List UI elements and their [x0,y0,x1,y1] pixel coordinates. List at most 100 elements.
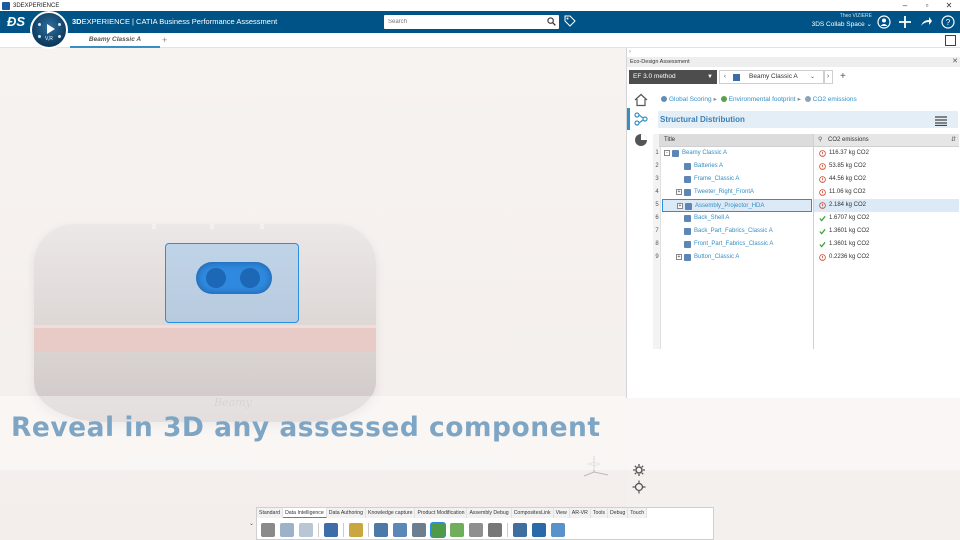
user-info[interactable]: Theo VIZIERE 3DS Collab Space ⌄ [812,13,872,28]
table-row[interactable]: 1 - Beamy Classic A 116.37 kg CO2 [653,147,959,160]
row-title-cell[interactable]: + Button_Classic A [662,251,812,264]
search-icon[interactable] [547,17,556,26]
document-icon[interactable] [488,523,502,537]
component-name[interactable]: Tweeter_Right_FrontA [694,186,754,199]
action-tab-touch[interactable]: Touch [628,508,648,518]
table-row[interactable]: 5 + Assembly_Projector_HDA 2.184 kg CO2 [653,199,959,212]
component-name[interactable]: Back_Shell A [694,212,729,225]
table-row[interactable]: 6 Back_Shell A 1.6707 kg CO2 [653,212,959,225]
update-icon[interactable] [349,523,363,537]
structure-icon[interactable] [634,112,648,126]
row-title-cell[interactable]: Batteries A [662,160,812,173]
parts-icon[interactable] [469,523,483,537]
component-name[interactable]: Back_Part_Fabrics_Classic A [694,225,773,238]
help-icon[interactable]: ? [941,15,955,29]
rotate-icon[interactable] [393,523,407,537]
refresh-icon[interactable] [412,523,426,537]
render-settings-icon[interactable] [632,480,646,494]
share-icon[interactable] [919,15,933,29]
add-tab-button[interactable]: + [162,33,167,47]
compass-widget[interactable]: V,R [30,11,68,49]
list-menu-icon[interactable] [935,116,947,126]
action-bar-collapse-icon[interactable]: ⌄ [249,520,254,527]
collapse-icon[interactable]: - [664,150,670,156]
breadcrumb-co2-emissions[interactable]: CO2 emissions [813,96,857,103]
action-tab-knowledge-capture[interactable]: Knowledge capture [366,508,416,518]
table-row[interactable]: 7 Back_Part_Fabrics_Classic A 1.3601 kg … [653,225,959,238]
collab-space-selector[interactable]: 3DS Collab Space ⌄ [812,20,872,28]
action-tab-compositeslink[interactable]: CompositesLink [511,508,554,518]
row-title-cell[interactable]: + Assembly_Projector_HDA [662,199,812,212]
tag-icon[interactable] [564,15,576,27]
component-name[interactable]: Frame_Classic A [694,173,739,186]
undo-icon[interactable] [324,523,338,537]
pie-chart-icon[interactable] [634,133,648,147]
table-row[interactable]: 9 + Button_Classic A 0.2236 kg CO2 [653,251,959,264]
breadcrumb-global-scoring[interactable]: Global Scoring [669,96,712,103]
next-arrow-icon[interactable]: › [823,70,833,84]
ds-logo-icon[interactable]: ƉS [7,14,25,29]
collapse-panel-icon[interactable]: › [627,48,960,56]
action-tab-tools[interactable]: Tools [590,508,608,518]
component-name[interactable]: Beamy Classic A [682,147,727,160]
paste-icon[interactable] [299,523,313,537]
component-name[interactable]: Button_Classic A [694,251,739,264]
product-navigator[interactable]: ‹ Beamy Classic A ⌄ [719,70,825,84]
search-box[interactable] [384,15,559,29]
maximize-icon[interactable]: ▫ [916,0,938,11]
column-header-title[interactable]: Title [659,134,813,147]
home-icon[interactable] [634,93,648,107]
add-icon[interactable] [898,15,912,29]
close-window-icon[interactable]: ✕ [938,0,960,11]
row-title-cell[interactable]: + Tweeter_Right_FrontA [662,186,812,199]
row-co2-cell: 44.56 kg CO2 [814,173,959,186]
expand-icon[interactable]: + [676,254,682,260]
action-tab-ar-vr[interactable]: AR-VR [569,508,591,518]
user-avatar-icon[interactable] [877,15,891,29]
method-dropdown[interactable]: EF 3.0 method ▼ [629,70,717,84]
eco-assessment-icon[interactable] [431,523,445,537]
minimize-icon[interactable]: – [894,0,916,11]
component-name[interactable]: Batteries A [694,160,723,173]
sort-icon[interactable]: ⇵ [951,134,956,147]
row-title-cell[interactable]: Front_Part_Fabrics_Classic A [662,238,812,251]
previous-arrow-icon[interactable]: ‹ [720,71,730,83]
share-3d-icon[interactable] [513,523,527,537]
action-tab-assembly-debug[interactable]: Assembly Debug [467,508,512,518]
table-row[interactable]: 2 Batteries A 53.85 kg CO2 [653,160,959,173]
recycle-icon[interactable] [450,523,464,537]
action-tab-data-authoring[interactable]: Data Authoring [326,508,367,518]
layers-icon[interactable] [532,523,546,537]
row-title-cell[interactable]: Back_Shell A [662,212,812,225]
copy-icon[interactable] [280,523,294,537]
fullscreen-icon[interactable] [945,35,956,46]
action-tab-view[interactable]: View [553,508,570,518]
highlighted-projector-component[interactable] [165,243,299,323]
expand-icon[interactable]: + [676,189,682,195]
row-title-cell[interactable]: Frame_Classic A [662,173,812,186]
close-panel-icon[interactable]: ✕ [952,57,958,67]
table-row[interactable]: 8 Front_Part_Fabrics_Classic A 1.3601 kg… [653,238,959,251]
chevron-down-icon[interactable]: ⌄ [810,71,815,83]
table-row[interactable]: 4 + Tweeter_Right_FrontA 11.06 kg CO2 [653,186,959,199]
add-product-button[interactable]: + [840,70,846,84]
tab-beamy-classic-a[interactable]: Beamy Classic A [70,33,160,48]
row-title-cell[interactable]: - Beamy Classic A [662,147,812,160]
action-tab-data-intelligence[interactable]: Data Intelligence [283,508,327,518]
play-icon[interactable] [47,24,55,34]
cut-icon[interactable] [261,523,275,537]
action-tab-product-modification[interactable]: Product Modification [415,508,468,518]
column-header-co2[interactable]: ⚲ CO2 emissions ⇵ [814,134,959,147]
action-tab-debug[interactable]: Debug [608,508,629,518]
breadcrumb-environmental-footprint[interactable]: Environmental footprint [729,96,796,103]
expand-icon[interactable]: + [677,203,683,209]
chart-icon[interactable] [374,523,388,537]
view-cube-icon[interactable] [551,523,565,537]
table-row[interactable]: 3 Frame_Classic A 44.56 kg CO2 [653,173,959,186]
search-input[interactable] [384,15,534,29]
component-name[interactable]: Front_Part_Fabrics_Classic A [694,238,773,251]
action-bar-tabs: Standard Data Intelligence Data Authoring K… [257,508,648,518]
settings-gear-icon[interactable] [632,463,646,477]
row-title-cell[interactable]: Back_Part_Fabrics_Classic A [662,225,812,238]
action-tab-standard[interactable]: Standard [257,508,284,518]
